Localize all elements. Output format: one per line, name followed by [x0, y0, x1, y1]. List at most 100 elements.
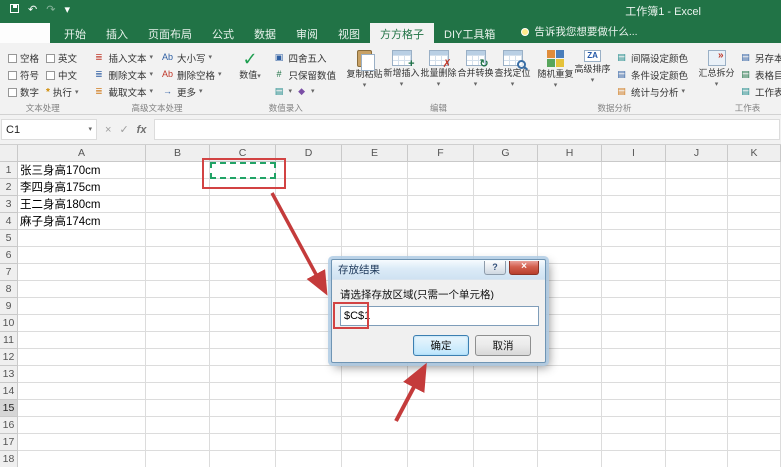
- cell-K13[interactable]: [728, 366, 781, 383]
- cell-K9[interactable]: [728, 298, 781, 315]
- tab-page-layout[interactable]: 页面布局: [138, 23, 202, 43]
- cell-G2[interactable]: [474, 179, 538, 196]
- remove-spaces-button[interactable]: Ab删除空格▾: [157, 66, 226, 83]
- cell-I16[interactable]: [602, 417, 666, 434]
- cell-B15[interactable]: [146, 400, 210, 417]
- name-box-dropdown-icon[interactable]: ▾: [88, 126, 92, 133]
- cell-H10[interactable]: [538, 315, 602, 332]
- cell-B2[interactable]: [146, 179, 210, 196]
- cell-J14[interactable]: [666, 383, 728, 400]
- cell-B13[interactable]: [146, 366, 210, 383]
- cell-K6[interactable]: [728, 247, 781, 264]
- checkbox-chinese[interactable]: 中文: [46, 67, 78, 83]
- worksheet-button[interactable]: ▤工作表▾: [735, 83, 781, 100]
- cell-H16[interactable]: [538, 417, 602, 434]
- cell-K10[interactable]: [728, 315, 781, 332]
- save-icon[interactable]: [10, 4, 19, 16]
- cell-I5[interactable]: [602, 230, 666, 247]
- cell-G16[interactable]: [474, 417, 538, 434]
- cell-K3[interactable]: [728, 196, 781, 213]
- cell-H14[interactable]: [538, 383, 602, 400]
- row-header-14[interactable]: 14: [0, 383, 18, 400]
- cell-J18[interactable]: [666, 451, 728, 467]
- cell-A16[interactable]: [18, 417, 146, 434]
- cell-I6[interactable]: [602, 247, 666, 264]
- cell-F15[interactable]: [408, 400, 474, 417]
- row-header-16[interactable]: 16: [0, 417, 18, 434]
- advanced-sort-button[interactable]: ZA 高级排序▾: [574, 46, 611, 103]
- cell-E16[interactable]: [342, 417, 408, 434]
- formula-input[interactable]: [154, 119, 780, 140]
- cell-D2[interactable]: [276, 179, 342, 196]
- cell-H11[interactable]: [538, 332, 602, 349]
- cell-A14[interactable]: [18, 383, 146, 400]
- cell-E15[interactable]: [342, 400, 408, 417]
- row-header-10[interactable]: 10: [0, 315, 18, 332]
- tab-diy-toolbox[interactable]: DIY工具箱: [434, 23, 505, 43]
- cell-I2[interactable]: [602, 179, 666, 196]
- cell-C7[interactable]: [210, 264, 276, 281]
- cell-A8[interactable]: [18, 281, 146, 298]
- cell-F14[interactable]: [408, 383, 474, 400]
- cell-A10[interactable]: [18, 315, 146, 332]
- cell-D14[interactable]: [276, 383, 342, 400]
- cell-C5[interactable]: [210, 230, 276, 247]
- insert-text-button[interactable]: ≣插入文本▾: [88, 49, 157, 66]
- row-header-13[interactable]: 13: [0, 366, 18, 383]
- more-button[interactable]: →更多▾: [157, 83, 226, 100]
- cancel-entry-icon[interactable]: ×: [105, 124, 111, 136]
- cell-B9[interactable]: [146, 298, 210, 315]
- cell-J8[interactable]: [666, 281, 728, 298]
- cell-C14[interactable]: [210, 383, 276, 400]
- cell-I12[interactable]: [602, 349, 666, 366]
- cancel-button[interactable]: 取消: [475, 335, 531, 356]
- checkbox-numbers[interactable]: 数字: [8, 84, 39, 100]
- cell-J15[interactable]: [666, 400, 728, 417]
- delete-text-button[interactable]: ≣删除文本▾: [88, 66, 157, 83]
- cell-F13[interactable]: [408, 366, 474, 383]
- cell-C15[interactable]: [210, 400, 276, 417]
- cell-A1[interactable]: 张三身高170cm: [18, 162, 146, 179]
- cell-J11[interactable]: [666, 332, 728, 349]
- table-catalog-button[interactable]: ▤表格目录: [735, 66, 781, 83]
- row-header-18[interactable]: 18: [0, 451, 18, 467]
- cell-K2[interactable]: [728, 179, 781, 196]
- cell-I15[interactable]: [602, 400, 666, 417]
- row-header-1[interactable]: 1: [0, 162, 18, 179]
- column-header-F[interactable]: F: [408, 145, 474, 162]
- row-header-5[interactable]: 5: [0, 230, 18, 247]
- cell-B1[interactable]: [146, 162, 210, 179]
- cell-B8[interactable]: [146, 281, 210, 298]
- cell-G5[interactable]: [474, 230, 538, 247]
- cell-A11[interactable]: [18, 332, 146, 349]
- insert-new-button[interactable]: + 新增插入▾: [383, 46, 420, 103]
- cell-H6[interactable]: [538, 247, 602, 264]
- cell-E1[interactable]: [342, 162, 408, 179]
- row-header-12[interactable]: 12: [0, 349, 18, 366]
- cell-B4[interactable]: [146, 213, 210, 230]
- numeric-value-button[interactable]: ✓ 数值▾: [232, 46, 269, 103]
- cell-K15[interactable]: [728, 400, 781, 417]
- cell-I4[interactable]: [602, 213, 666, 230]
- column-header-G[interactable]: G: [474, 145, 538, 162]
- cell-C9[interactable]: [210, 298, 276, 315]
- row-header-4[interactable]: 4: [0, 213, 18, 230]
- cell-K8[interactable]: [728, 281, 781, 298]
- insert-function-icon[interactable]: fx: [137, 124, 147, 136]
- dialog-title-bar[interactable]: 存放结果 ? ×: [332, 260, 545, 280]
- checkbox-english[interactable]: 英文: [46, 50, 78, 66]
- name-box[interactable]: C1 ▾: [1, 119, 97, 140]
- cell-G13[interactable]: [474, 366, 538, 383]
- cell-K4[interactable]: [728, 213, 781, 230]
- cell-K16[interactable]: [728, 417, 781, 434]
- undo-icon[interactable]: ↶: [28, 5, 37, 16]
- tab-review[interactable]: 审阅: [286, 23, 328, 43]
- dialog-close-button[interactable]: ×: [509, 261, 539, 275]
- cell-H1[interactable]: [538, 162, 602, 179]
- cell-K1[interactable]: [728, 162, 781, 179]
- cell-K11[interactable]: [728, 332, 781, 349]
- cell-I14[interactable]: [602, 383, 666, 400]
- cell-H12[interactable]: [538, 349, 602, 366]
- column-header-C[interactable]: C: [210, 145, 276, 162]
- cell-I7[interactable]: [602, 264, 666, 281]
